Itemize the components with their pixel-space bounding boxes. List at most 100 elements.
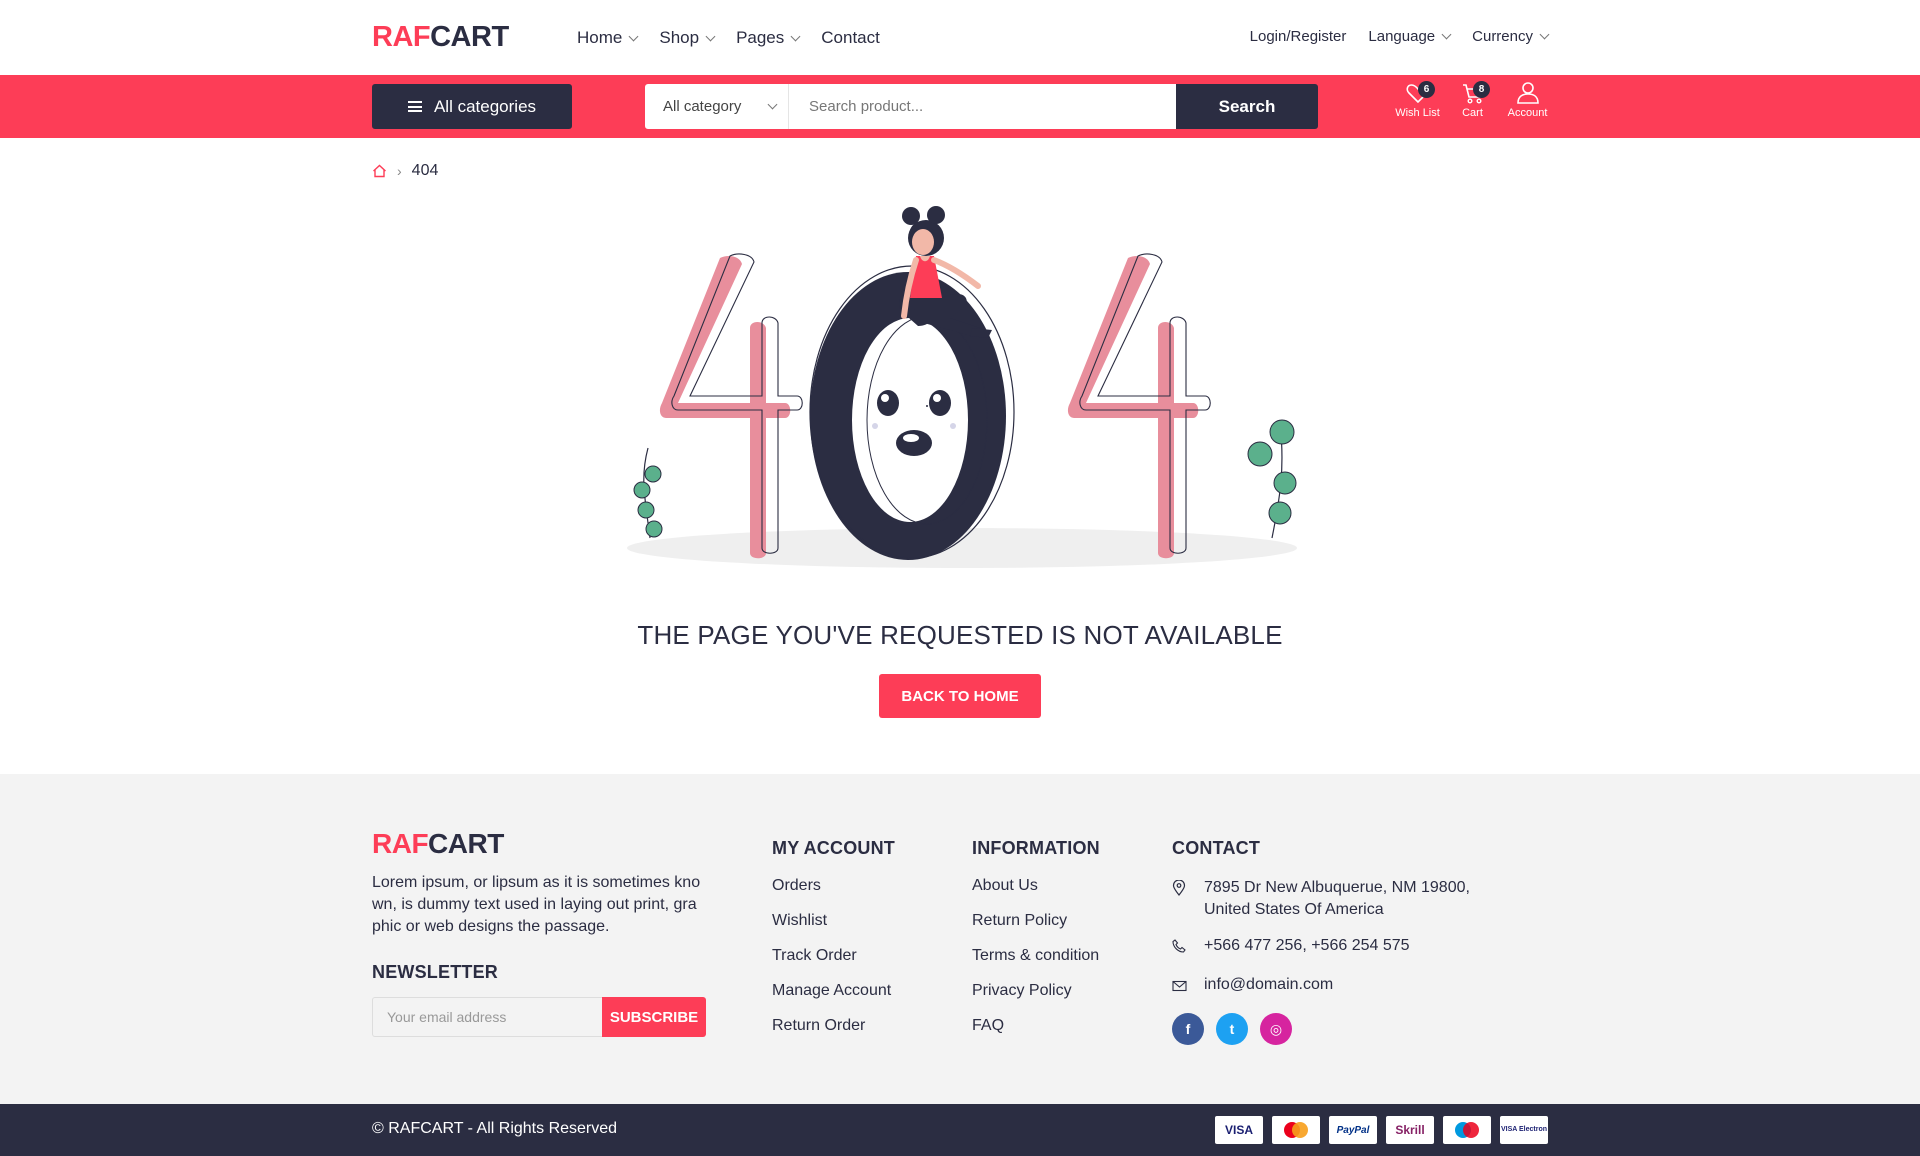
subscribe-button[interactable]: SUBSCRIBE [602,997,706,1037]
footer-link-orders[interactable]: Orders [772,877,895,895]
nav-contact[interactable]: Contact [821,28,880,48]
footer-my-account: MY ACCOUNT Orders Wishlist Track Order M… [772,838,895,1052]
footer-about: RAFCART Lorem ipsum, or lipsum as it is … [372,828,706,1037]
visa-icon: VISA [1215,1116,1263,1144]
contact-title: CONTACT [1172,838,1261,858]
address-line-2: United States Of America [1204,901,1384,918]
facebook-icon[interactable]: f [1172,1013,1204,1045]
footer-link-privacy-policy[interactable]: Privacy Policy [972,982,1100,1000]
nav-home[interactable]: Home [577,28,639,48]
top-right-links: Login/Register Language Currency [1228,28,1550,45]
footer-link-wishlist[interactable]: Wishlist [772,912,895,930]
contact-email: info@domain.com [1172,974,1470,999]
phone-icon [1172,935,1204,960]
footer-link-return-order[interactable]: Return Order [772,1017,895,1035]
search-form: All category Search [645,84,1318,129]
mastercard-icon [1272,1116,1320,1144]
bottom-bar: © RAFCART - All Rights Reserved VISA Pay… [0,1104,1920,1156]
nav-shop-label: Shop [659,28,700,47]
chevron-down-icon [1539,29,1550,40]
copyright-text: © RAFCART - All Rights Reserved [372,1120,618,1137]
chevron-down-icon [1441,29,1452,40]
breadcrumb-separator-icon: › [397,163,402,179]
instagram-icon[interactable]: ◎ [1260,1013,1292,1045]
nav-shop[interactable]: Shop [659,28,716,48]
language-dropdown[interactable]: Language [1368,28,1452,45]
currency-dropdown[interactable]: Currency [1472,28,1550,45]
back-to-home-button[interactable]: BACK TO HOME [879,674,1041,718]
newsletter-title: NEWSLETTER [372,962,498,982]
footer-link-terms[interactable]: Terms & condition [972,947,1100,965]
error-message: THE PAGE YOU'VE REQUESTED IS NOT AVAILAB… [637,620,1283,650]
account-button[interactable]: Account [1500,81,1555,119]
footer-link-faq[interactable]: FAQ [972,1017,1100,1035]
category-select-value: All category [663,98,742,115]
email-text[interactable]: info@domain.com [1204,974,1333,996]
footer-link-manage-account[interactable]: Manage Account [772,982,895,1000]
cart-button[interactable]: 8 Cart [1445,81,1500,119]
wishlist-button[interactable]: 6 Wish List [1390,81,1445,119]
footer-logo-part-1: RAF [372,828,429,859]
currency-label: Currency [1472,28,1533,45]
category-select[interactable]: All category [645,84,789,129]
my-account-title: MY ACCOUNT [772,838,895,858]
home-icon[interactable] [372,164,387,178]
footer-link-about-us[interactable]: About Us [972,877,1100,895]
newsletter-email-input[interactable] [372,997,602,1037]
footer-logo-part-2: CART [428,828,504,859]
logo[interactable]: RAFCART [372,21,509,54]
logo-part-1: RAF [372,21,431,53]
paypal-icon: PayPal [1329,1116,1377,1144]
mail-icon [1172,974,1204,999]
chevron-down-icon [767,99,778,110]
search-input[interactable] [789,84,1176,129]
chevron-down-icon [628,31,639,41]
top-header: RAFCART Home Shop Pages Contact Login/Re… [0,0,1920,75]
information-title: INFORMATION [972,838,1100,858]
footer-logo[interactable]: RAFCART [372,828,706,860]
login-register-label: Login/Register [1249,28,1347,45]
all-categories-label: All categories [433,96,537,116]
payment-methods: VISA PayPal Skrill VISA Electron [1215,1116,1548,1144]
visa-electron-icon: VISA Electron [1500,1116,1548,1144]
language-label: Language [1368,28,1436,45]
contact-address: 7895 Dr New Albuquerue, NM 19800, United… [1172,877,1470,921]
skrill-icon: Skrill [1386,1116,1434,1144]
map-pin-icon [1172,877,1204,903]
maestro-icon [1443,1116,1491,1144]
newsletter-form: SUBSCRIBE [372,997,706,1037]
footer-information: INFORMATION About Us Return Policy Terms… [972,838,1100,1052]
user-icon [1516,82,1539,104]
logo-part-2: CART [430,21,509,53]
login-register-link[interactable]: Login/Register [1250,28,1347,45]
chevron-down-icon [705,31,716,41]
main-nav: Home Shop Pages Contact [577,28,902,48]
nav-contact-label: Contact [821,28,880,47]
footer-description: Lorem ipsum, or lipsum as it is sometime… [372,874,701,935]
header-icons: 6 Wish List 8 Cart Account [1390,81,1555,119]
wishlist-label: Wish List [1395,107,1440,119]
address-line-1: 7895 Dr New Albuquerue, NM 19800, [1204,879,1470,896]
breadcrumb-current: 404 [411,162,439,179]
chevron-down-icon [790,31,801,41]
nav-home-label: Home [577,28,623,47]
footer-link-track-order[interactable]: Track Order [772,947,895,965]
footer-contact: CONTACT 7895 Dr New Albuquerue, NM 19800… [1172,838,1470,1045]
twitter-icon[interactable]: t [1216,1013,1248,1045]
phone-text: +566 477 256, +566 254 575 [1204,937,1410,954]
all-categories-button[interactable]: All categories [372,84,572,129]
footer: RAFCART Lorem ipsum, or lipsum as it is … [0,774,1920,1104]
search-bar-section: All categories All category Search 6 Wis… [0,75,1920,138]
breadcrumb: › 404 [372,162,438,180]
cart-label: Cart [1462,107,1483,119]
social-links: f t ◎ [1172,1013,1470,1045]
footer-link-return-policy[interactable]: Return Policy [972,912,1100,930]
cart-count-badge: 8 [1473,81,1490,98]
search-button[interactable]: Search [1176,84,1318,129]
account-label: Account [1507,107,1548,119]
contact-phone: +566 477 256, +566 254 575 [1172,935,1470,960]
menu-icon [407,101,422,112]
nav-pages-label: Pages [736,28,785,47]
nav-pages[interactable]: Pages [736,28,801,48]
404-illustration [627,206,1297,568]
